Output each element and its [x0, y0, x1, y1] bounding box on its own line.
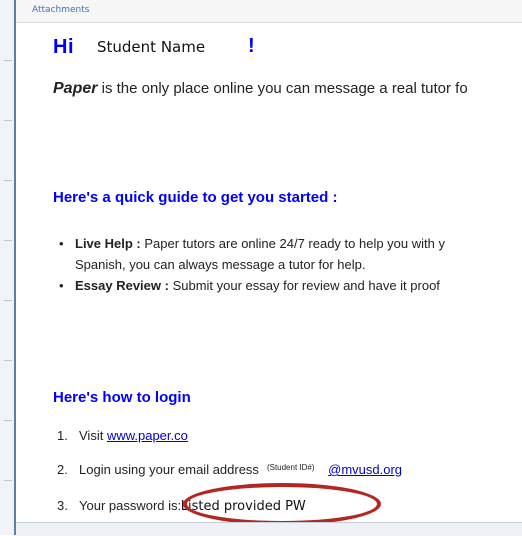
- list-item: • Essay Review : Submit your essay for r…: [53, 275, 445, 296]
- step-text: Your password is:: [79, 498, 182, 513]
- bullet: •: [59, 278, 64, 293]
- greeting-exclaim: !: [248, 35, 255, 57]
- student-id-note: (Student ID#): [266, 463, 315, 472]
- frame-tick: [4, 60, 12, 61]
- bottom-window-edge: [16, 522, 522, 536]
- left-window-frame: [0, 0, 16, 535]
- list-item: • Live Help : Paper tutors are online 24…: [53, 233, 445, 275]
- email-domain-link[interactable]: @mvusd.org: [328, 462, 402, 477]
- frame-tick: [4, 360, 12, 361]
- intro-text: is the only place online you can message…: [97, 80, 468, 97]
- frame-tick: [4, 420, 12, 421]
- login-step-1: 1. Visit www.paper.co: [57, 428, 188, 443]
- step-number: 1.: [57, 428, 68, 443]
- frame-tick: [4, 120, 12, 121]
- guide-text: Paper tutors are online 24/7 ready to he…: [140, 236, 445, 251]
- email-document: Attachments Hi Student Name ! Paper is t…: [16, 0, 522, 522]
- student-name: Student Name: [97, 38, 206, 56]
- guide-term: Essay Review :: [75, 278, 169, 293]
- login-step-2: 2. Login using your email address (Student…: [57, 462, 402, 477]
- guide-list: • Live Help : Paper tutors are online 24…: [53, 233, 445, 296]
- guide-text: Submit your essay for review and have it…: [168, 278, 440, 293]
- bullet: •: [59, 236, 64, 251]
- frame-tick: [4, 240, 12, 241]
- greeting-hi: Hi: [53, 36, 74, 58]
- step-number: 3.: [57, 498, 68, 513]
- step-text: Login using your email address: [79, 462, 259, 477]
- guide-heading: Here's a quick guide to get you started …: [53, 189, 338, 206]
- frame-tick: [4, 180, 12, 181]
- attachments-bar[interactable]: Attachments: [16, 0, 522, 23]
- intro-paragraph: Paper is the only place online you can m…: [53, 80, 468, 98]
- step-text: Visit: [79, 428, 107, 443]
- brand-name: Paper: [53, 80, 98, 97]
- frame-tick: [4, 480, 12, 481]
- guide-continuation: Spanish, you can always message a tutor …: [75, 257, 366, 272]
- login-heading: Here's how to login: [53, 389, 191, 406]
- attachments-label[interactable]: Attachments: [32, 5, 89, 15]
- step-number: 2.: [57, 462, 68, 477]
- guide-term: Live Help :: [75, 236, 141, 251]
- frame-tick: [4, 300, 12, 301]
- red-highlight-oval: [183, 483, 381, 525]
- paper-website-link[interactable]: www.paper.co: [107, 428, 188, 443]
